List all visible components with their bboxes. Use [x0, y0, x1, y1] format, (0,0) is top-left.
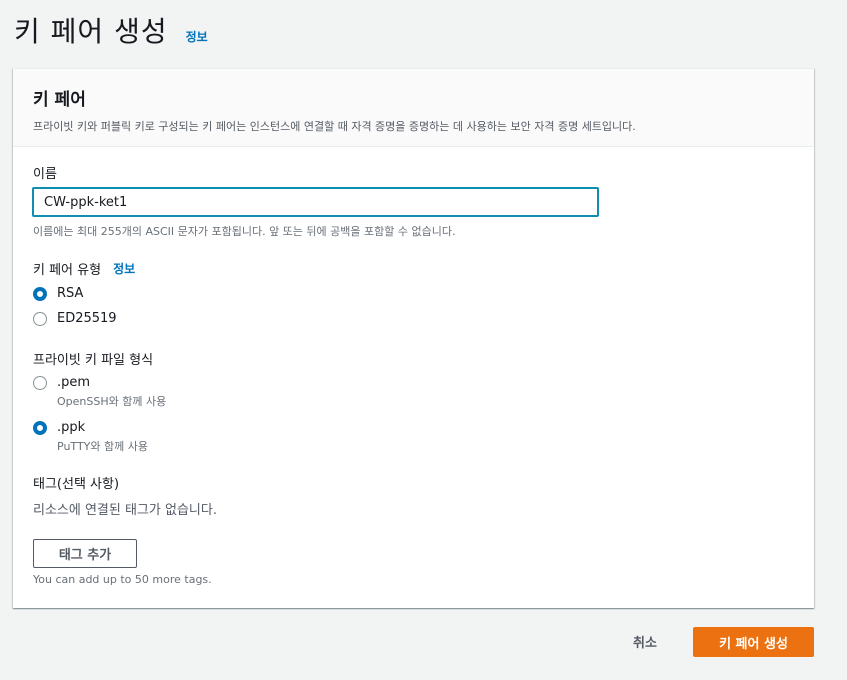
radio-option-ppk[interactable]: .ppk PuTTY와 함께 사용 — [33, 420, 148, 454]
page-info-link[interactable]: 정보 — [186, 28, 208, 45]
radio-button-ppk[interactable] — [33, 420, 47, 435]
radio-label-ppk: .ppk — [57, 420, 86, 435]
create-key-pair-button[interactable]: 키 페어 생성 — [693, 627, 814, 657]
radio-button-ed25519[interactable] — [33, 311, 47, 326]
radio-button-pem[interactable] — [33, 375, 47, 390]
radio-description-pem: OpenSSH와 함께 사용 — [57, 395, 167, 408]
tags-empty-text: 리소스에 연결된 태그가 없습니다. — [33, 503, 217, 518]
panel-description: 프라이빗 키와 퍼블릭 키로 구성되는 키 페어는 인스턴스에 연결할 때 자격… — [33, 120, 636, 133]
name-hint: 이름에는 최대 255개의 ASCII 문자가 포함됩니다. 앞 또는 뒤에 공… — [33, 225, 456, 238]
tags-limit-text: You can add up to 50 more tags. — [33, 573, 212, 586]
cancel-button[interactable]: 취소 — [633, 632, 657, 651]
key-pair-panel: 키 페어 프라이빗 키와 퍼블릭 키로 구성되는 키 페어는 인스턴스에 연결할… — [13, 68, 814, 608]
file-format-label: 프라이빗 키 파일 형식 — [33, 353, 154, 368]
key-type-info-link[interactable]: 정보 — [113, 260, 135, 277]
name-label: 이름 — [33, 167, 57, 182]
key-type-header: 키 페어 유형 정보 — [33, 259, 135, 278]
page-title: 키 페어 생성 — [14, 15, 168, 48]
radio-option-ed25519[interactable]: ED25519 — [33, 311, 117, 326]
panel-title: 키 페어 — [33, 90, 86, 110]
add-tag-button[interactable]: 태그 추가 — [33, 539, 137, 568]
radio-option-rsa[interactable]: RSA — [33, 286, 83, 301]
name-input[interactable] — [32, 187, 599, 217]
radio-label-ed25519: ED25519 — [57, 311, 117, 326]
panel-header: 키 페어 프라이빗 키와 퍼블릭 키로 구성되는 키 페어는 인스턴스에 연결할… — [13, 69, 814, 147]
page-header: 키 페어 생성 정보 — [14, 10, 208, 50]
radio-button-rsa[interactable] — [33, 286, 47, 301]
radio-label-rsa: RSA — [57, 286, 84, 301]
radio-option-pem[interactable]: .pem OpenSSH와 함께 사용 — [33, 375, 166, 409]
radio-description-ppk: PuTTY와 함께 사용 — [57, 440, 148, 453]
tags-label: 태그(선택 사항) — [33, 477, 120, 492]
key-type-label: 키 페어 유형 — [33, 263, 102, 278]
radio-label-pem: .pem — [57, 375, 91, 390]
